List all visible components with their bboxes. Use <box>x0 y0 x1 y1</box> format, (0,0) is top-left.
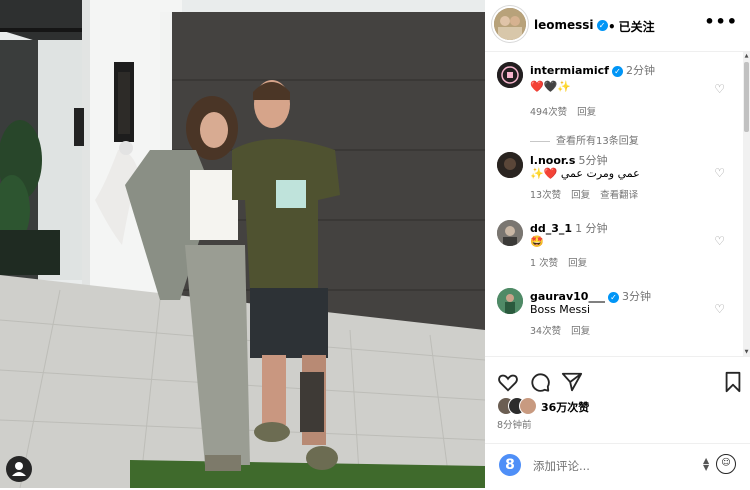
comment-text: ❤️🖤✨ <box>530 80 572 93</box>
composer-resize-icon: ▲ ▼ <box>703 456 710 472</box>
comment-item: dd_3_1 1 分钟 🤩 1 次赞 回复 ♡ <box>485 218 743 286</box>
comment-item: intermiamicf ✓ 2分钟 ❤️🖤✨ 494次赞 回复 查看所有13条回复 … <box>485 60 743 150</box>
comment-like-count[interactable]: 13次赞 <box>530 190 561 201</box>
comment-username[interactable]: dd_3_1 1 分钟 <box>530 220 608 236</box>
post-side-panel: leomessi ✓ • 已关注 ••• intermiamicf ✓ 2分钟 ❤️🖤✨… <box>485 0 750 488</box>
post-timestamp: 8分钟前 <box>497 420 532 431</box>
comment-text: Boss Messi <box>530 303 591 316</box>
comment-like-count[interactable]: 1 次赞 <box>530 258 558 269</box>
profile-button[interactable] <box>6 456 32 482</box>
follow-status[interactable]: • 已关注 <box>608 18 655 35</box>
comment-like-heart-icon[interactable]: ♡ <box>714 82 725 96</box>
comment-username-text: dd_3_1 <box>530 222 573 235</box>
comment-username[interactable]: gaurav10___ ✓ 3分钟 <box>530 288 651 304</box>
comment-item: gaurav10___ ✓ 3分钟 Boss Messi 34次赞 回复 ♡ <box>485 286 743 354</box>
comment-username-text: l.noor.s <box>530 154 576 167</box>
smile-icon[interactable]: ☺ <box>716 454 736 474</box>
inter-miami-logo-icon <box>497 62 523 88</box>
comments-scrollbar[interactable]: ▲ ▼ <box>743 52 750 356</box>
comment-item: l.noor.s 5分钟 ✨❤️ عمي ومرت عمي 13次赞 回复 查看翻译 … <box>485 150 743 218</box>
scroll-up-arrow-icon[interactable]: ▲ <box>743 52 750 60</box>
reply-button[interactable]: 回复 <box>577 107 596 118</box>
comment-like-heart-icon[interactable]: ♡ <box>714 302 725 316</box>
verified-badge-icon: ✓ <box>611 65 623 77</box>
comment-input[interactable]: 添加评论... <box>533 458 590 474</box>
composer-app-icon: 8 <box>499 454 521 476</box>
author-username-text: leomessi <box>534 18 594 32</box>
comment-time: 2分钟 <box>625 64 655 77</box>
comment-text: 🤩 <box>530 235 544 248</box>
comment-icon[interactable] <box>529 371 551 393</box>
author-avatar-image <box>494 8 526 40</box>
author-username[interactable]: leomessi ✓ <box>534 18 608 32</box>
commenter-avatar[interactable] <box>497 152 523 178</box>
comment-like-count[interactable]: 494次赞 <box>530 107 567 118</box>
post-header: leomessi ✓ • 已关注 ••• <box>485 0 750 52</box>
translate-button[interactable]: 查看翻译 <box>600 190 638 201</box>
scrollbar-thumb[interactable] <box>744 62 749 132</box>
verified-badge-icon: ✓ <box>596 20 608 31</box>
comment-time: 3分钟 <box>621 290 651 303</box>
post-like-count[interactable]: 36万次赞 <box>541 399 589 415</box>
comment-username[interactable]: l.noor.s 5分钟 <box>530 152 607 168</box>
commenter-avatar[interactable] <box>497 62 523 88</box>
more-options-icon[interactable]: ••• <box>704 12 738 31</box>
likes-row[interactable]: 36万次赞 <box>497 397 737 415</box>
comment-username[interactable]: intermiamicf ✓ 2分钟 <box>530 62 655 78</box>
comment-text: ✨❤️ عمي ومرت عمي <box>530 167 640 180</box>
reply-button[interactable]: 回复 <box>571 326 590 337</box>
comment-like-heart-icon[interactable]: ♡ <box>714 234 725 248</box>
comment-username-text: gaurav10___ <box>530 290 605 303</box>
bookmark-icon[interactable] <box>722 371 744 393</box>
reply-button[interactable]: 回复 <box>568 258 587 269</box>
separator-dot: • <box>608 20 616 34</box>
view-replies-button[interactable]: 查看所有13条回复 <box>530 132 639 147</box>
comment-time: 1 分钟 <box>575 222 608 235</box>
reply-button[interactable]: 回复 <box>571 190 590 201</box>
comment-username-text: intermiamicf <box>530 64 609 77</box>
comments-list[interactable]: intermiamicf ✓ 2分钟 ❤️🖤✨ 494次赞 回复 查看所有13条回复 … <box>485 52 743 356</box>
comment-meta: 494次赞 回复 <box>530 104 606 118</box>
commenter-avatar-image <box>497 220 523 246</box>
user-icon <box>12 462 26 476</box>
comment-meta: 13次赞 回复 查看翻译 <box>530 187 648 201</box>
commenter-avatar[interactable] <box>497 288 523 314</box>
post-photo-image <box>0 0 485 488</box>
comment-meta: 34次赞 回复 <box>530 323 600 337</box>
verified-badge-icon: ✓ <box>607 291 619 303</box>
comment-time: 5分钟 <box>578 154 608 167</box>
scroll-down-arrow-icon[interactable]: ▼ <box>743 348 750 356</box>
follow-status-label: 已关注 <box>618 20 655 34</box>
comment-like-heart-icon[interactable]: ♡ <box>714 166 725 180</box>
commenter-avatar[interactable] <box>497 220 523 246</box>
comment-composer: 8 添加评论... ▲ ▼ ☺ <box>485 443 750 490</box>
commenter-avatar-image <box>497 152 523 178</box>
comment-meta: 1 次赞 回复 <box>530 255 597 269</box>
commenter-avatar-image <box>497 288 523 314</box>
post-photo[interactable] <box>0 0 485 488</box>
heart-icon[interactable] <box>497 371 519 393</box>
post-actions: 36万次赞 8分钟前 8 添加评论... ▲ ▼ ☺ <box>485 356 750 489</box>
liker-avatar <box>519 397 537 415</box>
share-icon[interactable] <box>561 371 583 393</box>
author-avatar[interactable] <box>494 8 526 40</box>
comment-like-count[interactable]: 34次赞 <box>530 326 561 337</box>
